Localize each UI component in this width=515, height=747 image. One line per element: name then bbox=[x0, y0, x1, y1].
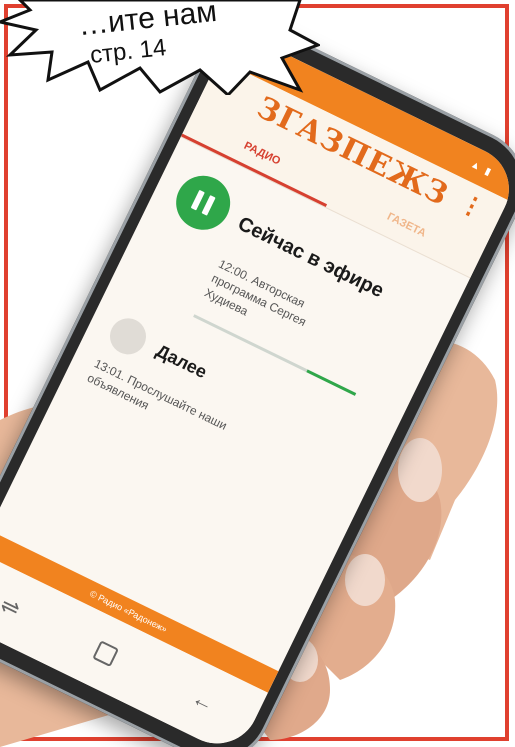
back-icon[interactable]: ← bbox=[187, 685, 219, 718]
recent-apps-icon[interactable]: ⇌ bbox=[0, 591, 24, 622]
photo-scene: ▲ ▮ ЗГАЗПЕЖЗ ⋮ РАДИО ГАЗЕТА Сейчас в эфи… bbox=[0, 0, 515, 747]
next-program-thumbnail[interactable] bbox=[104, 311, 153, 361]
vertical-dots-icon[interactable]: ⋮ bbox=[455, 189, 488, 224]
wifi-icon: ▲ bbox=[468, 158, 483, 173]
battery-icon: ▮ bbox=[483, 165, 493, 178]
next-program-title: Далее bbox=[152, 340, 211, 383]
playback-progress-fill bbox=[306, 369, 357, 396]
pause-icon bbox=[190, 189, 216, 216]
pause-button[interactable] bbox=[167, 166, 240, 239]
home-icon[interactable] bbox=[92, 640, 120, 668]
